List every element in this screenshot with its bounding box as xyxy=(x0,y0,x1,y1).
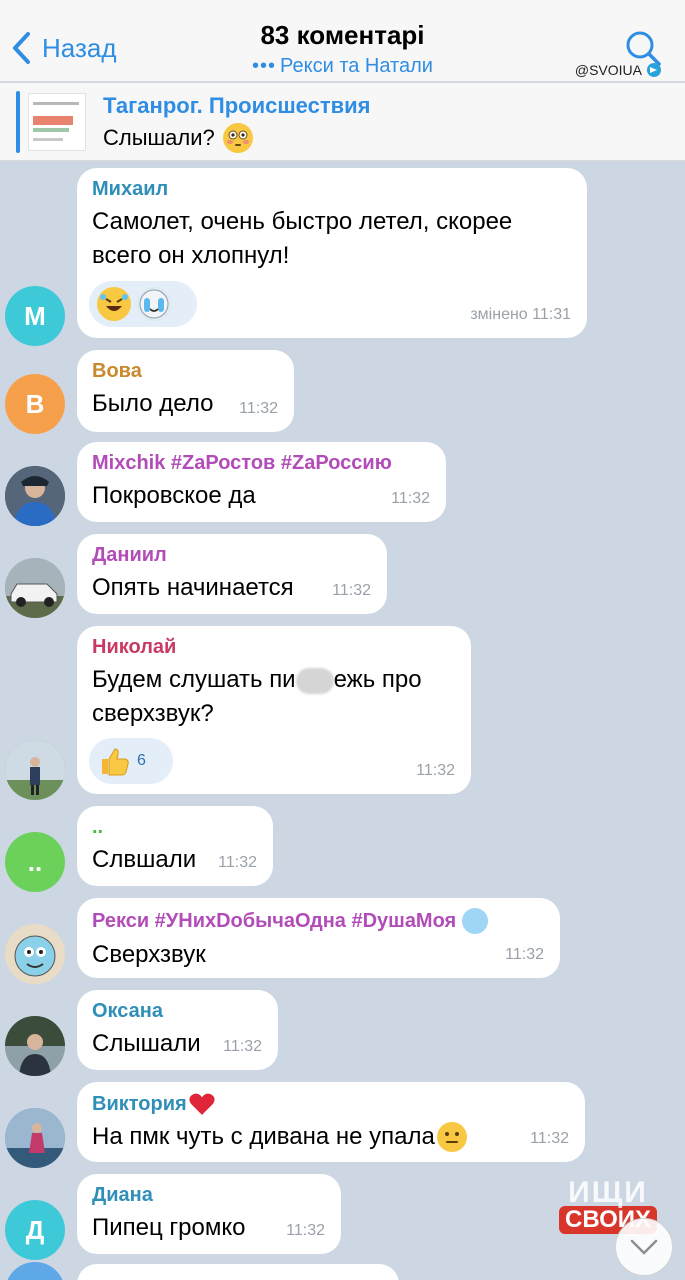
avatar[interactable]: Д xyxy=(5,1200,65,1260)
sender-name[interactable]: Николай xyxy=(92,636,457,659)
user-photo-icon xyxy=(5,466,65,526)
message-text: На пмк чуть с дивана не упала xyxy=(92,1120,571,1154)
avatar[interactable]: В xyxy=(5,374,65,434)
sender-name-text: Виктория xyxy=(92,1092,187,1115)
message-time: 11:32 xyxy=(218,854,257,871)
sender-name[interactable]: Виктория xyxy=(92,1092,571,1116)
message-time: 11:32 xyxy=(505,946,544,963)
message-text: Самолет, очень быстро летел, скорее xyxy=(92,208,513,235)
typing-dots-icon: ••• xyxy=(252,55,277,77)
reaction-count: 6 xyxy=(137,752,146,769)
message-time: 11:32 xyxy=(391,490,430,507)
pinned-text-label: Слышали? xyxy=(103,125,215,150)
scroll-down-button[interactable] xyxy=(615,1218,673,1276)
message-time: 11:32 xyxy=(416,762,455,779)
reactions[interactable] xyxy=(89,281,197,327)
channel-watermark: @SVOIUA xyxy=(575,62,661,78)
sender-name[interactable]: Mixchik #ZaРостов #ZaРоссию xyxy=(92,452,432,475)
avatar-letter: В xyxy=(25,388,45,419)
reactions[interactable]: 6 xyxy=(89,738,173,784)
message-bubble[interactable]: Оксана Слышали 11:32 xyxy=(77,990,278,1070)
message-text: Будем слушать пи ежь про xyxy=(92,663,457,697)
message-time: 11:32 xyxy=(530,1130,569,1147)
sender-name[interactable]: .. xyxy=(92,816,259,839)
rolling-laughing-emoji-icon xyxy=(97,287,131,321)
sender-name[interactable]: Михаил xyxy=(92,178,573,201)
typing-users: Рекси та Натали xyxy=(280,55,433,77)
avatar[interactable]: М xyxy=(5,286,65,346)
avatar[interactable]: .. xyxy=(5,832,65,892)
flushed-face-emoji-icon xyxy=(222,123,253,153)
user-photo-icon xyxy=(5,1108,65,1168)
post-thumbnail xyxy=(28,93,86,151)
sender-name[interactable]: Даниил xyxy=(92,544,373,567)
sender-name[interactable]: Рекси #УНихDобычаОдна #DушаМоя xyxy=(92,908,546,934)
pinned-channel-name: Таганрог. Происшествия xyxy=(103,93,371,118)
avatar[interactable] xyxy=(5,1016,65,1076)
message-bubble[interactable]: .. Слвшали 11:32 xyxy=(77,806,273,886)
message-bubble[interactable]: Диана Пипец громко 11:32 xyxy=(77,1174,341,1254)
message-bubble[interactable]: Вова Было дело 11:32 xyxy=(77,350,294,432)
text-part: ежь про xyxy=(333,666,422,693)
message-text: сверхзвук? xyxy=(92,700,214,727)
avatar-letter: .. xyxy=(27,846,43,877)
sender-name[interactable]: Вова xyxy=(92,360,280,383)
pony-emoji-icon xyxy=(462,908,489,934)
message-bubble[interactable]: Виктория На пмк чуть с дивана не упала 1… xyxy=(77,1082,585,1162)
sender-name[interactable]: Диана xyxy=(92,1184,327,1207)
car-photo-icon xyxy=(5,558,65,618)
thumbs-up-emoji-icon xyxy=(97,744,131,778)
chat-header: Назад 83 коментарі ••• Рекси та Натали @S… xyxy=(0,0,685,82)
avatar[interactable] xyxy=(5,740,65,800)
telegram-icon xyxy=(647,63,661,77)
heart-icon xyxy=(189,1093,215,1115)
chevron-down-icon xyxy=(630,1239,658,1255)
crying-cat-emoji-icon xyxy=(137,287,171,321)
neutral-face-emoji-icon xyxy=(436,1122,467,1152)
message-text: Опять начинается xyxy=(92,574,294,601)
message-text: Сверхзвук xyxy=(92,941,206,968)
avatar[interactable] xyxy=(5,558,65,618)
message-bubble[interactable] xyxy=(77,1264,399,1280)
message-time: змінено 11:31 xyxy=(470,306,571,323)
user-photo-icon xyxy=(5,740,65,800)
pinned-text: Слышали? xyxy=(103,123,253,153)
avatar-letter: М xyxy=(24,300,46,331)
cartoon-avatar-icon xyxy=(5,924,65,984)
text-part: Будем слушать пи xyxy=(92,666,296,693)
watermark-text: @SVOIUA xyxy=(574,62,642,78)
chat-title: 83 коментарі xyxy=(260,20,425,50)
avatar[interactable] xyxy=(5,924,65,984)
pinned-indicator xyxy=(16,91,20,153)
message-bubble[interactable]: Даниил Опять начинается 11:32 xyxy=(77,534,387,614)
message-time: 11:32 xyxy=(332,582,371,599)
message-text: Покровское да xyxy=(92,482,256,509)
message-bubble[interactable]: Михаил Самолет, очень быстро летел, скор… xyxy=(77,168,587,338)
avatar-letter: Д xyxy=(25,1214,45,1245)
message-text: всего он хлопнул! xyxy=(92,242,290,269)
message-text-label: На пмк чуть с дивана не упала xyxy=(92,1123,435,1150)
message-time: 11:32 xyxy=(223,1038,262,1055)
avatar[interactable] xyxy=(5,1262,65,1280)
message-bubble[interactable]: Mixchik #ZaРостов #ZaРоссию Покровское д… xyxy=(77,442,446,522)
censored-blur xyxy=(295,667,334,694)
message-time: 11:32 xyxy=(286,1222,325,1239)
user-photo-icon xyxy=(5,1016,65,1076)
avatar[interactable] xyxy=(5,466,65,526)
pinned-post[interactable]: Таганрог. Происшествия Слышали? xyxy=(0,83,685,161)
sender-name-text: Рекси #УНихDобычаОдна #DушаМоя xyxy=(92,909,457,932)
avatar[interactable] xyxy=(5,1108,65,1168)
message-time: 11:32 xyxy=(239,400,278,417)
sender-name[interactable]: Оксана xyxy=(92,1000,264,1023)
message-bubble[interactable]: Рекси #УНихDобычаОдна #DушаМоя Сверхзвук… xyxy=(77,898,560,978)
message-bubble[interactable]: Николай Будем слушать пи ежь про сверхзву… xyxy=(77,626,471,794)
logo-line1: ИЩИ xyxy=(568,1176,648,1209)
